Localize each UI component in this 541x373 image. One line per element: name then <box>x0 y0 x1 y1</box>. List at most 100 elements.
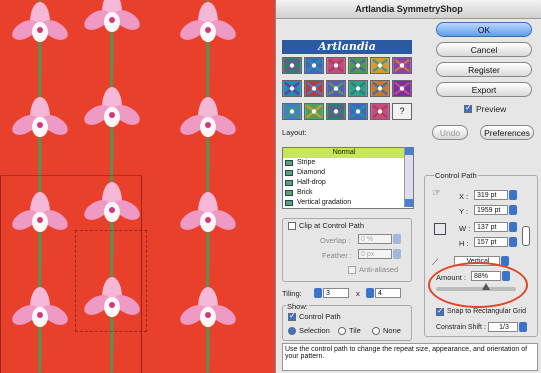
tiling-x-label: x <box>356 289 360 298</box>
preview-checkbox[interactable] <box>464 103 472 113</box>
symmetry-group-icon[interactable] <box>326 103 346 120</box>
symmetry-group-icon[interactable] <box>282 103 302 120</box>
lily-flower <box>180 97 236 170</box>
lily-flower <box>180 2 236 75</box>
question-mark-icon[interactable]: ? <box>392 103 412 120</box>
artlandia-logo: Artlandia <box>282 40 412 54</box>
control-path-show-label: Control Path <box>299 312 341 321</box>
h-label: H : <box>459 239 469 248</box>
antialiased-checkbox[interactable] <box>348 266 356 274</box>
antialiased-label: Anti-aliased <box>359 265 399 274</box>
lily-flower <box>180 287 236 360</box>
constrain-dropdown-icon[interactable] <box>519 322 527 332</box>
radio-none[interactable] <box>372 327 380 335</box>
control-path-label: Control Path <box>434 171 478 180</box>
link-proportions-icon[interactable] <box>522 226 530 246</box>
resize-tool-icon[interactable] <box>434 223 446 235</box>
constrain-select[interactable]: 1/3 <box>488 322 518 332</box>
overlap-dropdown-icon[interactable] <box>393 234 401 244</box>
h-dropdown-icon[interactable] <box>509 237 517 247</box>
layout-list[interactable]: Normal Stripe Diamond Half-drop Brick Ve… <box>282 147 414 209</box>
w-dropdown-icon[interactable] <box>509 222 517 232</box>
symmetry-group-icon[interactable] <box>304 103 324 120</box>
symmetry-group-icon[interactable] <box>370 80 390 97</box>
tiling-rows-stepper[interactable] <box>366 288 374 298</box>
tiling-cols-stepper[interactable] <box>314 288 322 298</box>
scroll-up-arrow-icon[interactable] <box>405 147 413 155</box>
preferences-button[interactable]: Preferences <box>480 125 534 140</box>
symmetry-group-icon[interactable] <box>282 57 302 74</box>
pattern-canvas[interactable] <box>0 0 275 373</box>
symmetry-group-icon[interactable] <box>282 80 302 97</box>
tiling-cols-field[interactable]: 3 <box>323 288 349 298</box>
radio-selection-label: Selection <box>299 326 330 335</box>
symmetry-group-icon[interactable] <box>370 103 390 120</box>
control-path-checkbox[interactable] <box>288 311 296 321</box>
overlap-label: Overlap : <box>320 236 351 245</box>
undo-button[interactable]: Undo <box>432 125 468 140</box>
layout-label: Layout: <box>282 128 307 137</box>
list-item-label: Diamond <box>297 169 326 176</box>
scroll-down-arrow-icon[interactable] <box>405 199 413 207</box>
lily-flower <box>180 192 236 265</box>
cancel-button[interactable]: Cancel <box>436 42 532 57</box>
w-label: W : <box>459 224 471 233</box>
list-item-stripe[interactable]: Stripe <box>283 158 405 168</box>
tiling-rows-field[interactable]: 4 <box>375 288 401 298</box>
lily-flower <box>12 97 68 170</box>
radio-tile[interactable] <box>338 327 346 335</box>
symmetry-group-icon[interactable] <box>392 57 412 74</box>
ok-button[interactable]: OK <box>436 22 532 37</box>
symmetry-group-icon[interactable] <box>348 57 368 74</box>
radio-selection[interactable] <box>288 327 296 335</box>
feather-field[interactable]: 0 px <box>358 249 392 259</box>
w-field[interactable]: 137 pt <box>474 222 508 232</box>
list-item-half-drop[interactable]: Half-drop <box>283 178 405 188</box>
register-button[interactable]: Register <box>436 62 532 77</box>
list-item-diamond[interactable]: Diamond <box>283 168 405 178</box>
symmetry-group-icon[interactable] <box>304 80 324 97</box>
y-field[interactable]: 1959 pt <box>474 205 508 215</box>
layout-scrollbar[interactable] <box>404 147 413 207</box>
y-label: Y : <box>459 207 469 216</box>
list-item-brick[interactable]: Brick <box>283 188 405 198</box>
tiling-label: Tiling: <box>282 289 302 298</box>
x-field[interactable]: 319 pt <box>474 190 508 200</box>
lily-flower <box>84 0 140 65</box>
x-dropdown-icon[interactable] <box>509 190 517 200</box>
symmetry-group-icon[interactable] <box>370 57 390 74</box>
list-item-label: Stripe <box>297 159 316 166</box>
symmetry-group-icon[interactable] <box>348 103 368 120</box>
diamond-icon <box>285 170 293 176</box>
shear-tool-icon[interactable]: ⟋ <box>432 257 438 268</box>
move-tool-icon[interactable]: ☞ <box>432 188 441 199</box>
symmetry-group-icon[interactable] <box>348 80 368 97</box>
feather-label: Feather : <box>322 251 353 260</box>
export-button[interactable]: Export <box>436 82 532 97</box>
highlight-oval <box>428 262 528 308</box>
constrain-label: Constrain Shift : <box>436 324 486 331</box>
symmetry-group-icon[interactable] <box>326 57 346 74</box>
overlap-field[interactable]: 0 % <box>358 234 392 244</box>
preview-label: Preview <box>476 104 507 114</box>
feather-dropdown-icon[interactable] <box>393 249 401 259</box>
h-field[interactable]: 157 pt <box>474 237 508 247</box>
selection-tile-outline <box>75 230 147 332</box>
hint-text: Use the control path to change the repea… <box>282 343 538 371</box>
brick-icon <box>285 190 293 196</box>
show-label: Show: <box>286 302 309 311</box>
y-dropdown-icon[interactable] <box>509 205 517 215</box>
symmetry-group-icon[interactable] <box>326 80 346 97</box>
symmetryshop-dialog: Artlandia SymmetryShop Artlandia ? OK Ca… <box>275 0 541 373</box>
list-item-vertical-gradation[interactable]: Vertical gradation <box>283 198 405 208</box>
half-drop-icon <box>285 180 293 186</box>
list-item-normal[interactable]: Normal <box>283 148 405 158</box>
snap-checkbox[interactable] <box>436 306 444 316</box>
vertical-gradation-icon <box>285 200 293 206</box>
symmetry-group-icon[interactable] <box>392 80 412 97</box>
radio-none-label: None <box>383 326 401 335</box>
clip-checkbox[interactable] <box>288 222 296 230</box>
lily-flower <box>12 2 68 75</box>
list-item-label: Brick <box>297 189 313 196</box>
symmetry-group-icon[interactable] <box>304 57 324 74</box>
